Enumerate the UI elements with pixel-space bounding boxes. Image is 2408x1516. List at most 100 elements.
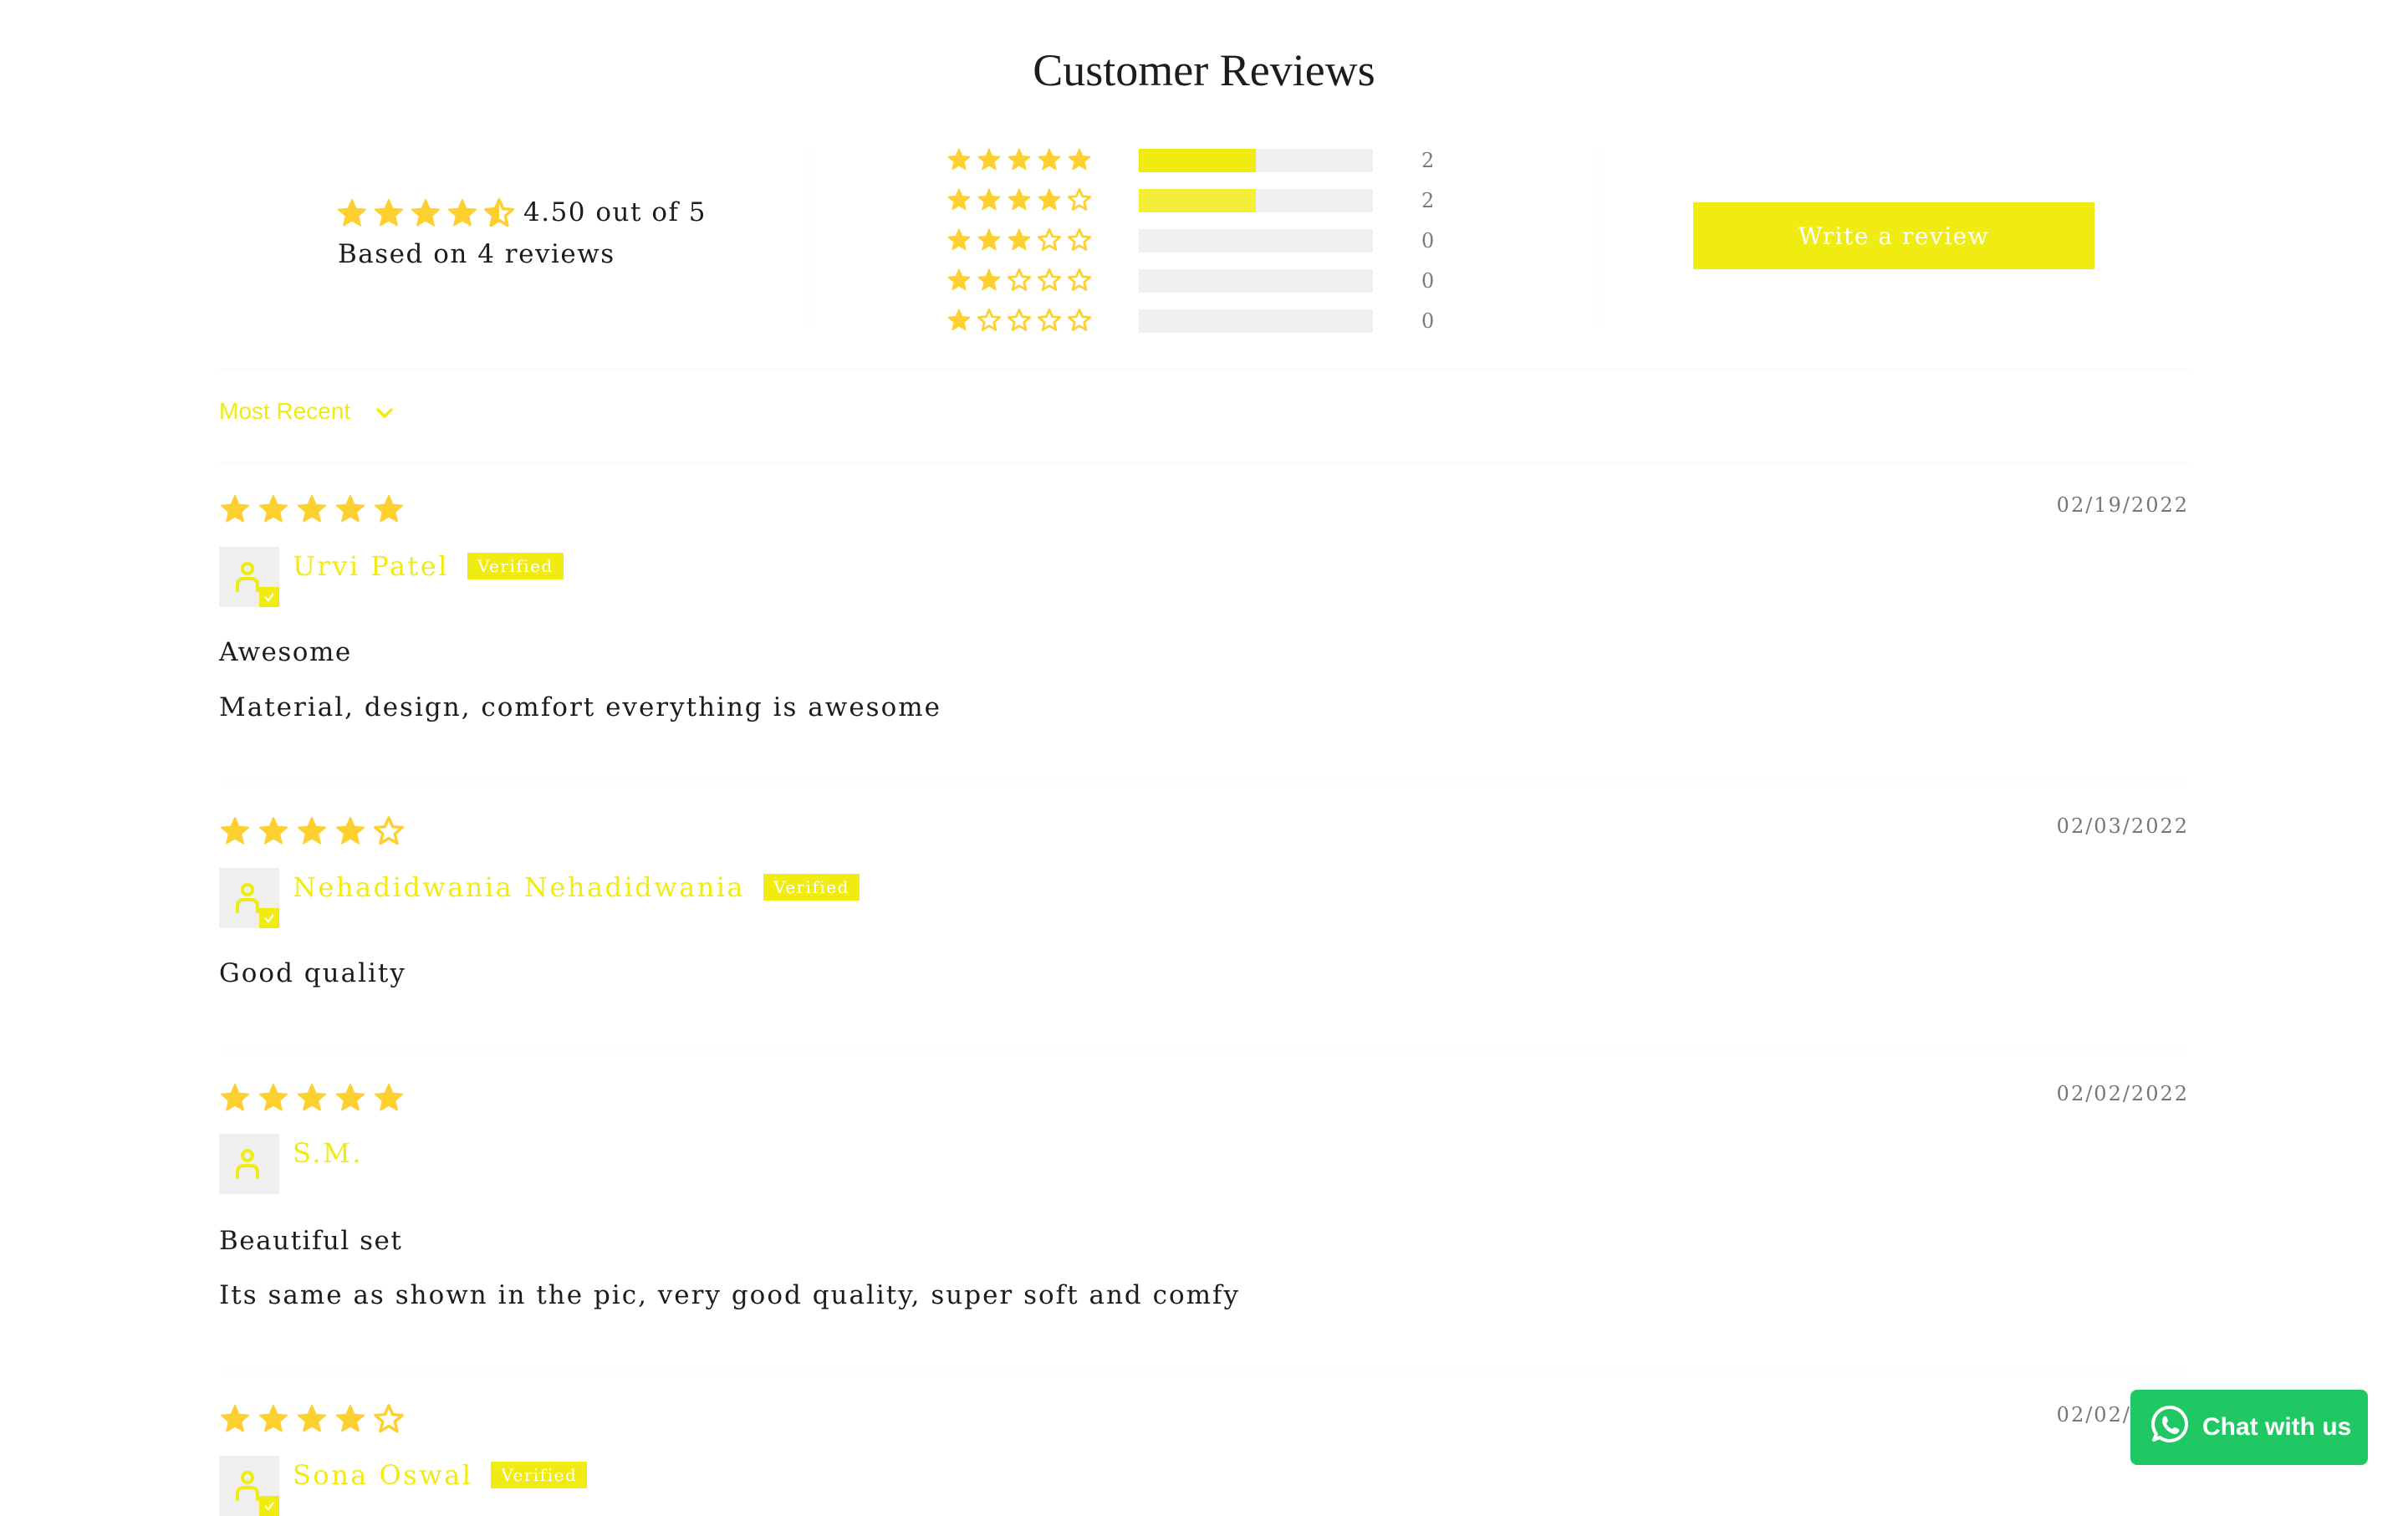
divider	[219, 368, 2189, 370]
chat-label: Chat with us	[2202, 1413, 2352, 1441]
review-rating-stars	[219, 493, 405, 528]
histogram-count: 0	[1421, 229, 1435, 253]
star-empty-icon	[1067, 227, 1092, 256]
star-filled-icon	[258, 1403, 289, 1438]
verified-badge: Verified	[763, 874, 860, 901]
review-title: Beautiful set	[219, 1226, 403, 1256]
star-filled-icon	[219, 1082, 251, 1117]
histogram-bar-fill	[1139, 149, 1256, 172]
histogram-bar	[1139, 229, 1373, 253]
review-body: Good quality	[219, 958, 406, 988]
star-empty-icon	[1067, 308, 1092, 336]
star-filled-icon	[296, 493, 328, 528]
star-empty-icon	[373, 815, 405, 850]
histogram-stars	[946, 187, 1092, 216]
histogram-bar	[1139, 309, 1373, 333]
star-filled-icon	[977, 147, 1002, 176]
histogram-bar	[1139, 149, 1373, 172]
star-filled-icon	[258, 815, 289, 850]
histogram-stars	[946, 227, 1092, 256]
star-filled-icon	[1007, 187, 1032, 216]
verified-check-icon	[259, 908, 279, 928]
reviewer-name: S.M.	[293, 1137, 363, 1169]
review-date: 02/02/2022	[2056, 1082, 2189, 1105]
star-filled-icon	[410, 197, 441, 232]
histogram-count: 2	[1421, 189, 1435, 212]
divider	[219, 1049, 2189, 1051]
star-filled-icon	[1037, 147, 1062, 176]
star-empty-icon	[1067, 187, 1092, 216]
star-filled-icon	[258, 493, 289, 528]
star-filled-icon	[373, 1082, 405, 1117]
star-filled-icon	[446, 197, 478, 232]
review-rating-stars	[219, 1403, 405, 1438]
write-review-button[interactable]: Write a review	[1693, 202, 2094, 269]
chevron-down-icon	[375, 398, 394, 425]
column-divider	[809, 145, 810, 329]
review-date: 02/19/2022	[2056, 493, 2189, 517]
star-filled-icon	[219, 815, 251, 850]
avatar	[219, 1134, 279, 1194]
star-empty-icon	[1067, 268, 1092, 296]
reviewer-name: Urvi Patel	[293, 550, 449, 582]
review-body: Material, design, comfort everything is …	[219, 692, 941, 722]
divider	[219, 1371, 2189, 1372]
star-filled-icon	[1067, 147, 1092, 176]
average-rating-text: 4.50 out of 5	[523, 197, 707, 227]
divider	[219, 782, 2189, 784]
review-date: 02/03/2022	[2056, 814, 2189, 838]
star-empty-icon	[1037, 268, 1062, 296]
sort-selected-label: Most Recent	[219, 398, 351, 424]
star-filled-icon	[977, 187, 1002, 216]
star-filled-icon	[334, 493, 366, 528]
star-filled-icon	[1007, 227, 1032, 256]
star-filled-icon	[946, 227, 972, 256]
star-empty-icon	[373, 1403, 405, 1438]
star-filled-icon	[336, 197, 368, 232]
star-filled-icon	[296, 1403, 328, 1438]
chat-with-us-button[interactable]: Chat with us	[2130, 1390, 2368, 1465]
verified-badge: Verified	[491, 1462, 588, 1488]
star-filled-icon	[334, 1082, 366, 1117]
histogram-count: 0	[1421, 309, 1435, 333]
divider	[219, 462, 2189, 463]
star-filled-icon	[977, 268, 1002, 296]
histogram-bar	[1139, 269, 1373, 293]
reviewer-name: Sona Oswal	[293, 1459, 473, 1491]
avatar	[219, 1456, 279, 1516]
star-empty-icon	[1037, 308, 1062, 336]
review-count-text: Based on 4 reviews	[338, 239, 615, 269]
star-filled-icon	[1037, 187, 1062, 216]
reviewer-name: Nehadidwania Nehadidwania	[293, 871, 746, 903]
star-filled-icon	[296, 815, 328, 850]
whatsapp-icon	[2149, 1403, 2191, 1452]
review-rating-stars	[219, 815, 405, 850]
histogram-bar-fill	[1139, 189, 1256, 212]
average-rating-stars	[336, 197, 515, 232]
star-filled-icon	[334, 1403, 366, 1438]
star-filled-icon	[258, 1082, 289, 1117]
histogram-stars	[946, 147, 1092, 176]
star-filled-icon	[219, 1403, 251, 1438]
histogram-stars	[946, 268, 1092, 296]
histogram-stars	[946, 308, 1092, 336]
star-filled-icon	[946, 147, 972, 176]
star-filled-icon	[219, 493, 251, 528]
page-title: Customer Reviews	[1033, 45, 1375, 95]
verified-badge: Verified	[467, 553, 564, 579]
star-empty-icon	[1037, 227, 1062, 256]
avatar	[219, 547, 279, 607]
sort-dropdown[interactable]: Most Recent	[219, 398, 394, 425]
star-filled-icon	[946, 268, 972, 296]
verified-check-icon	[259, 587, 279, 607]
review-rating-stars	[219, 1082, 405, 1117]
star-empty-icon	[1007, 308, 1032, 336]
star-filled-icon	[946, 308, 972, 336]
star-empty-icon	[1007, 268, 1032, 296]
star-empty-icon	[977, 308, 1002, 336]
histogram-count: 2	[1421, 149, 1435, 172]
star-filled-icon	[334, 815, 366, 850]
avatar	[219, 868, 279, 928]
column-divider	[1598, 145, 1599, 329]
star-filled-icon	[1007, 147, 1032, 176]
